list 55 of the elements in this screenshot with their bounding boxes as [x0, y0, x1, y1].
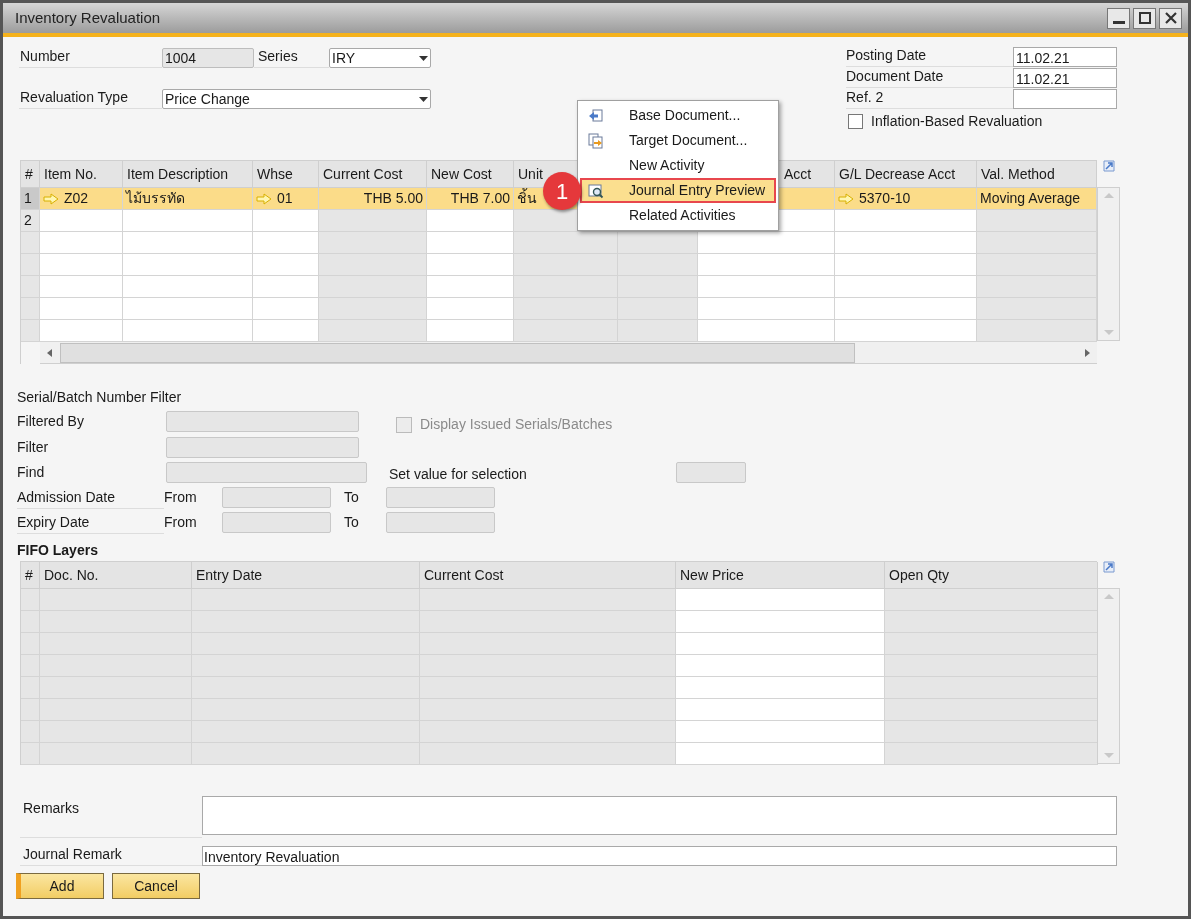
field-label: Admission Date [17, 486, 164, 509]
table-cell: Moving Average [977, 188, 1097, 210]
field-label: To [343, 488, 360, 507]
field-label: Revaluation Type [19, 87, 162, 109]
column-header[interactable]: Item No. [44, 163, 97, 185]
column-header[interactable]: Item Description [127, 163, 229, 185]
input-field[interactable]: 11.02.21 [1013, 47, 1117, 67]
column-header[interactable]: New Price [680, 564, 744, 586]
dropdown-field[interactable]: Price Change [162, 89, 431, 109]
cell-text: Z02 [64, 189, 89, 208]
menu-item[interactable]: Journal Entry Preview [580, 178, 776, 203]
dropdown-field[interactable]: IRY [329, 48, 431, 68]
field-label: Filtered By [17, 412, 85, 431]
column-header[interactable]: Val. Method [981, 163, 1055, 185]
column-header[interactable]: Current Cost [424, 564, 504, 586]
column-header[interactable]: Doc. No. [44, 564, 99, 586]
field-label: To [343, 513, 360, 532]
checkbox-label: Inflation-Based Revaluation [871, 112, 1043, 131]
section-title: Serial/Batch Number Filter [17, 387, 183, 407]
table-cell: THB 5.00 [319, 188, 427, 210]
checkbox-label: Display Issued Serials/Batches [420, 415, 613, 434]
section-title: FIFO Layers [17, 540, 99, 560]
table-cell: ไม้บรรทัด [123, 188, 253, 210]
action-button[interactable]: Cancel [112, 873, 200, 899]
cell-text: 01 [277, 189, 293, 208]
column-header[interactable]: Current Cost [323, 163, 403, 185]
field-label: Journal Remark [20, 844, 202, 866]
column-header[interactable]: Unit [518, 163, 543, 185]
field-label: Find [17, 463, 46, 482]
column-header[interactable]: G/L Decrease Acct [839, 163, 956, 185]
field-label: Set value for selection [389, 465, 528, 484]
row-number: 1 [21, 188, 40, 210]
menu-item[interactable]: Target Document... [578, 128, 778, 153]
menu-item[interactable]: New Activity [578, 153, 778, 178]
column-header[interactable]: New Cost [431, 163, 492, 185]
cell-text: 5370-10 [859, 189, 911, 208]
column-header[interactable]: # [25, 564, 33, 586]
action-button[interactable]: Add [16, 873, 104, 899]
input-field[interactable]: 11.02.21 [1013, 68, 1117, 88]
column-header[interactable]: Acct [784, 163, 812, 185]
field-label: Expiry Date [17, 511, 164, 534]
column-header[interactable]: Whse [257, 163, 293, 185]
field-label: Filter [17, 437, 50, 457]
menu-item[interactable]: Base Document... [578, 103, 778, 128]
column-header[interactable]: Entry Date [196, 564, 263, 586]
field-label: From [164, 513, 198, 532]
column-header[interactable]: # [25, 163, 33, 185]
column-header[interactable]: Open Qty [889, 564, 949, 586]
row-number: 2 [21, 210, 40, 232]
input-field[interactable]: Inventory Revaluation [202, 846, 1117, 866]
field-label: Number [19, 46, 162, 68]
table-cell: THB 7.00 [427, 188, 514, 210]
field-label: From [164, 488, 198, 507]
input-field: 1004 [162, 48, 254, 68]
window-title: Inventory Revaluation [15, 7, 161, 28]
